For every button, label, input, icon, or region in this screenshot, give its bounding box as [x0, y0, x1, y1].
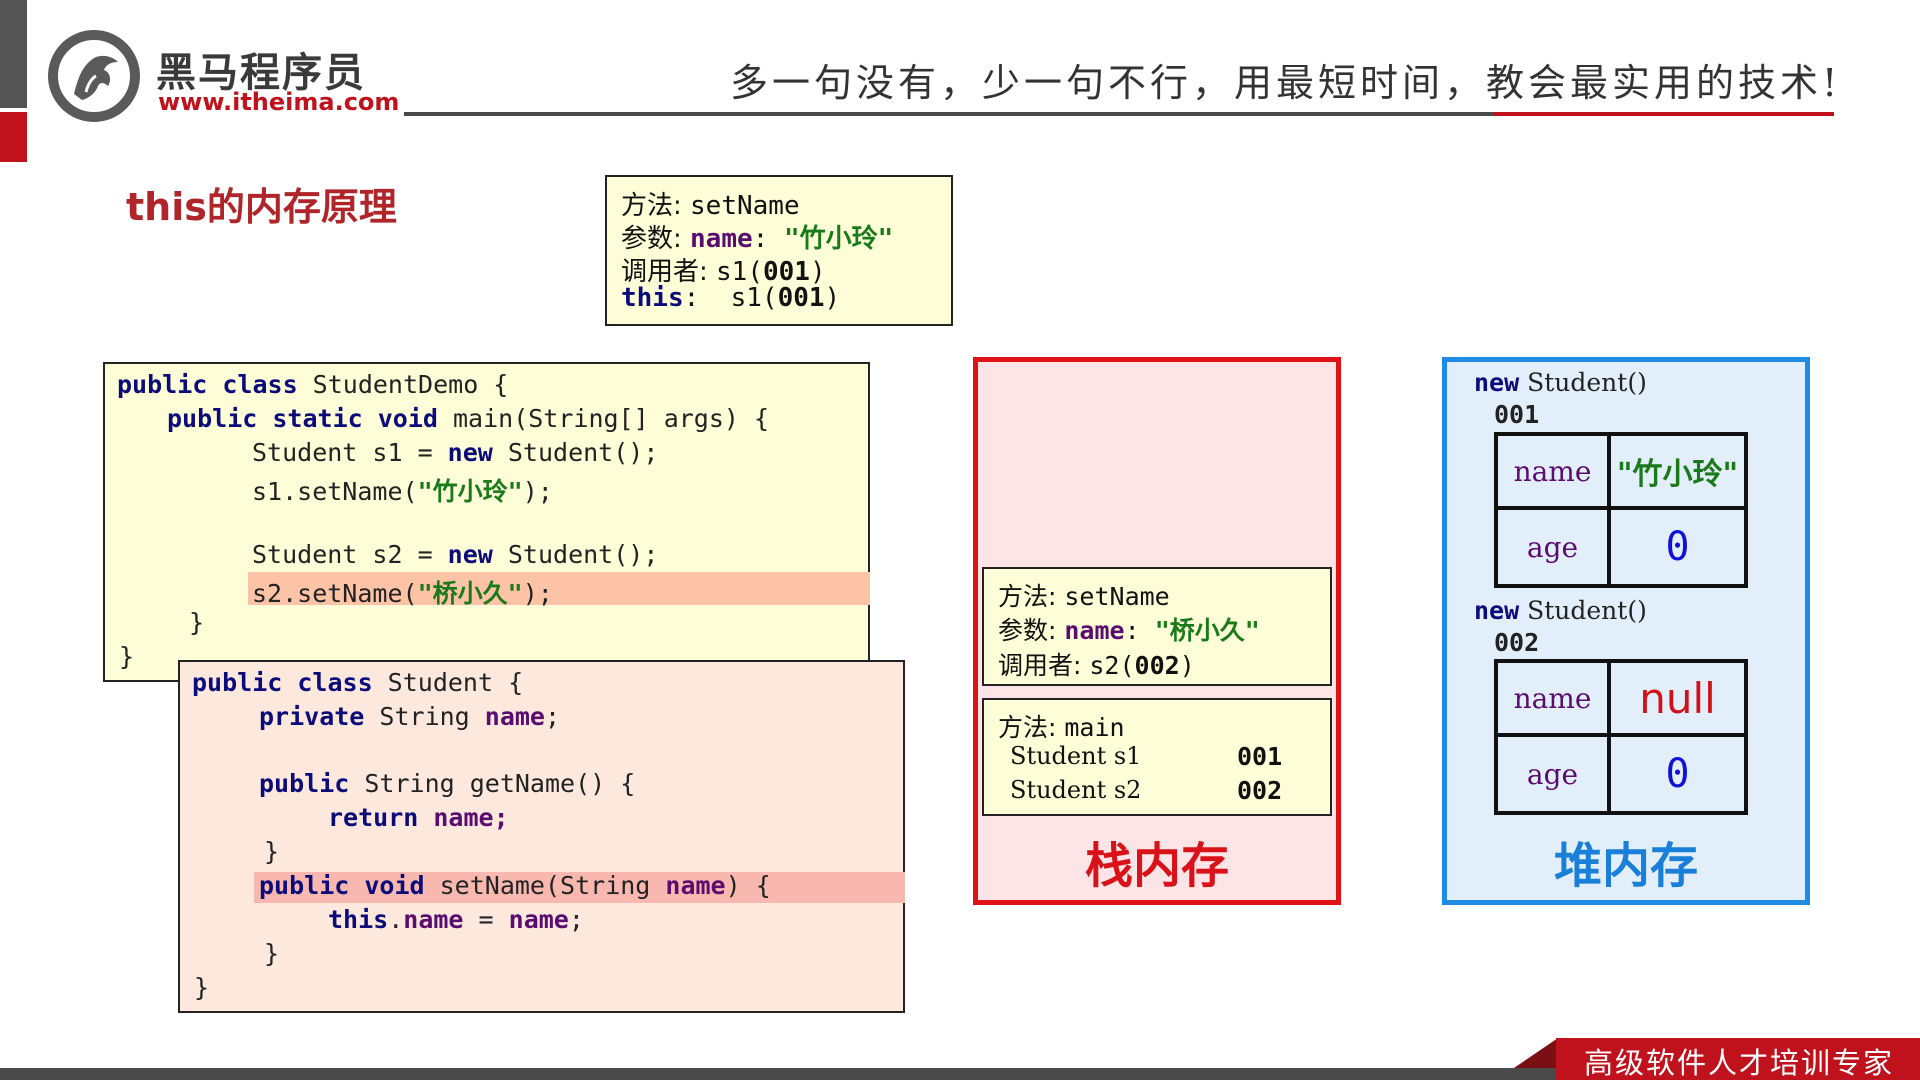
footer-accent: [1514, 1038, 1558, 1068]
heap-object-caption: new Student(): [1474, 596, 1647, 625]
code-line: Student s1 = new Student();: [252, 438, 659, 467]
heap-object-caption: new Student(): [1474, 368, 1647, 397]
heap-object-table: name "竹小玲" age 0: [1494, 432, 1748, 588]
code-line: public void setName(String name) {: [259, 871, 771, 900]
frame-var-s2-value: 002: [1237, 776, 1283, 805]
heap-object-table: name null age 0: [1494, 659, 1748, 815]
code-line: this.name = name;: [328, 905, 584, 934]
field-name-value-cell: null: [1611, 663, 1744, 737]
frame-method-line: 方法: setName: [998, 582, 1170, 611]
logo-url: www.itheima.com: [158, 88, 400, 116]
frame-var-s1-name: Student s1: [1010, 742, 1142, 770]
field-age-value-cell: 0: [1665, 751, 1690, 797]
code-student-demo: public class StudentDemo { public static…: [103, 362, 870, 682]
code-line: return name;: [328, 803, 509, 832]
code-brace: }: [194, 973, 210, 1002]
code-line: private String name;: [259, 702, 561, 731]
code-line: s2.setName("桥小久");: [252, 579, 553, 608]
field-age-value-cell: 0: [1665, 524, 1690, 570]
header-side-bar-red: [0, 112, 27, 162]
stack-memory-label: 栈内存: [1084, 838, 1229, 894]
page-title: this的内存原理: [126, 185, 397, 229]
code-line: public static void main(String[] args) {: [167, 404, 770, 433]
header-rule: [404, 112, 1494, 116]
this-callout-box: 方法: setName 参数: name: "竹小玲" 调用者: s1(001)…: [605, 175, 953, 326]
code-line: public class StudentDemo {: [117, 370, 509, 399]
callout-method-line: 方法: setName: [621, 191, 800, 221]
code-line: Student s2 = new Student();: [252, 540, 659, 569]
field-age-label-cell: age: [1498, 737, 1611, 811]
code-brace: }: [119, 642, 135, 671]
field-name-value-cell: "竹小玲": [1611, 436, 1744, 510]
callout-this-line: this: s1(001): [621, 283, 841, 313]
code-brace: }: [264, 939, 280, 968]
code-line: s1.setName("竹小玲");: [252, 477, 553, 506]
stack-frame-main: 方法: main Student s1 001 Student s2 002: [982, 698, 1332, 816]
frame-param-line: 参数: name: "桥小久": [998, 616, 1260, 645]
header-rule-accent: [1494, 112, 1834, 116]
code-line: public String getName() {: [259, 769, 636, 798]
code-line: public class Student {: [192, 668, 524, 697]
slogan: 多一句没有，少一句不行，用最短时间，教会最实用的技术!: [730, 61, 1842, 105]
frame-var-s2-name: Student s2: [1010, 776, 1142, 804]
field-name-label-cell: name: [1498, 436, 1611, 510]
heap-object-address: 001: [1494, 400, 1540, 429]
code-student-class: public class Student { private String na…: [178, 660, 905, 1013]
frame-method-line: 方法: main: [998, 713, 1125, 742]
field-name-label-cell: name: [1498, 663, 1611, 737]
code-brace: }: [189, 608, 205, 637]
header-side-bar-gray: [0, 0, 27, 108]
code-brace: }: [264, 837, 280, 866]
field-age-label-cell: age: [1498, 510, 1611, 584]
frame-var-s1-value: 001: [1237, 742, 1283, 771]
heap-memory-label: 堆内存: [1553, 838, 1698, 894]
footer-text: 高级软件人才培训专家: [1584, 1046, 1895, 1080]
frame-caller-line: 调用者: s2(002): [998, 651, 1195, 680]
horse-logo-icon: [74, 55, 118, 100]
callout-param-line: 参数: name: "竹小玲": [621, 224, 894, 254]
stack-frame-setname: 方法: setName 参数: name: "桥小久" 调用者: s2(002): [982, 567, 1332, 686]
heap-object-address: 002: [1494, 628, 1540, 657]
